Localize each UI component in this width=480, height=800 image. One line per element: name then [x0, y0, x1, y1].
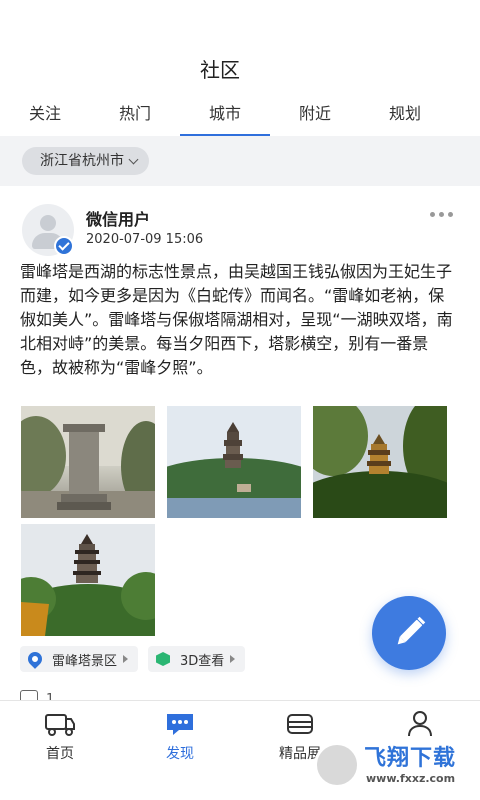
chevron-right-icon — [230, 655, 236, 663]
city-selector-label: 浙江省杭州市 — [40, 153, 124, 169]
watermark-logo-icon — [314, 742, 360, 788]
post-photo-pagoda-lake[interactable] — [167, 406, 301, 518]
verified-badge-icon — [54, 236, 74, 256]
filter-bar: 浙江省杭州市 — [0, 136, 480, 186]
nav-home[interactable]: 首页 — [0, 701, 120, 781]
chevron-down-icon — [128, 154, 139, 164]
truck-home-icon — [45, 714, 75, 736]
pencil-icon — [397, 616, 426, 645]
tab-popular[interactable]: 热门 — [90, 94, 180, 136]
post-photo-pagoda-trees[interactable] — [313, 406, 447, 518]
view-3d-tag[interactable]: 3D查看 — [148, 646, 246, 672]
post-photo-stone-tablet[interactable] — [21, 406, 155, 518]
cube-3d-icon — [156, 652, 171, 666]
post-content: 雷峰塔是西湖的标志性景点，由吴越国王钱弘俶因为王妃生子而建，如今更多是因为《白蛇… — [20, 262, 453, 377]
user-icon — [408, 711, 432, 737]
city-selector[interactable]: 浙江省杭州市 — [22, 147, 149, 175]
gallery-box-icon — [287, 714, 313, 734]
location-tag-label: 雷峰塔景区 — [52, 653, 118, 669]
nav-home-label: 首页 — [46, 746, 74, 762]
post-photo-leifeng-pagoda[interactable] — [21, 524, 155, 636]
chat-bubble-icon — [167, 714, 193, 735]
post-username[interactable]: 微信用户 — [86, 206, 150, 230]
view-3d-tag-label: 3D查看 — [180, 653, 225, 669]
avatar-head — [40, 215, 56, 231]
chevron-right-icon — [123, 655, 129, 663]
tab-following[interactable]: 关注 — [0, 94, 90, 136]
tab-city[interactable]: 城市 — [180, 94, 270, 136]
watermark-url: www.fxxz.com — [366, 772, 456, 785]
watermark: 飞翔下载 www.fxxz.com — [314, 738, 480, 790]
nav-discover[interactable]: 发现 — [120, 701, 240, 781]
watermark-text: 飞翔下载 — [364, 746, 457, 771]
nav-discover-label: 发现 — [166, 746, 194, 762]
post-timestamp: 2020-07-09 15:06 — [86, 232, 204, 247]
avatar[interactable] — [22, 204, 74, 256]
more-options-icon[interactable] — [430, 212, 453, 217]
post-tags: 雷峰塔景区 3D查看 — [20, 646, 246, 672]
tab-bar: 关注 热门 城市 附近 规划 — [0, 94, 480, 136]
compose-button[interactable] — [372, 596, 446, 670]
location-pin-icon — [25, 649, 45, 669]
header: 社区 — [0, 0, 480, 94]
tab-plan[interactable]: 规划 — [360, 94, 450, 136]
tab-nearby[interactable]: 附近 — [270, 94, 360, 136]
page-title: 社区 — [200, 58, 240, 82]
location-tag[interactable]: 雷峰塔景区 — [20, 646, 139, 672]
